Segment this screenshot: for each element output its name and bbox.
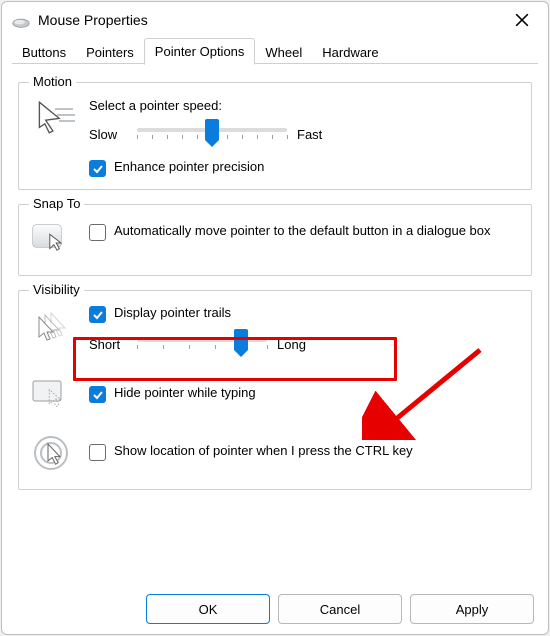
cancel-button[interactable]: Cancel bbox=[278, 594, 402, 624]
snap-to-icon bbox=[31, 219, 75, 263]
ctrl-locate-label: Show location of pointer when I press th… bbox=[114, 443, 413, 458]
tab-pointer-options[interactable]: Pointer Options bbox=[144, 38, 256, 65]
group-visibility-title: Visibility bbox=[29, 282, 84, 298]
trail-length-slider[interactable] bbox=[137, 331, 267, 357]
long-label: Long bbox=[277, 337, 315, 352]
pointer-speed-icon bbox=[31, 97, 75, 141]
display-trails-checkbox[interactable]: Display pointer trails bbox=[89, 305, 519, 323]
ctrl-locate-box bbox=[89, 444, 106, 461]
pointer-speed-slider[interactable] bbox=[137, 121, 287, 147]
content: Motion Select a pointer speed: bbox=[2, 64, 548, 584]
tab-buttons[interactable]: Buttons bbox=[12, 41, 76, 65]
group-motion: Motion Select a pointer speed: bbox=[18, 82, 532, 190]
group-snap-title: Snap To bbox=[29, 196, 84, 212]
fast-label: Fast bbox=[297, 127, 335, 142]
snap-to-checkbox[interactable]: Automatically move pointer to the defaul… bbox=[89, 223, 519, 241]
window-title: Mouse Properties bbox=[38, 12, 148, 28]
dialog-buttons: OK Cancel Apply bbox=[2, 584, 548, 634]
ctrl-locate-icon bbox=[31, 433, 75, 477]
tab-wheel[interactable]: Wheel bbox=[255, 41, 312, 65]
slow-label: Slow bbox=[89, 127, 127, 142]
display-trails-box bbox=[89, 306, 106, 323]
hide-typing-box bbox=[89, 386, 106, 403]
tabstrip: Buttons Pointers Pointer Options Wheel H… bbox=[2, 38, 548, 64]
ctrl-locate-checkbox[interactable]: Show location of pointer when I press th… bbox=[89, 443, 519, 461]
group-motion-title: Motion bbox=[29, 74, 76, 90]
display-trails-label: Display pointer trails bbox=[114, 305, 231, 320]
hide-typing-checkbox[interactable]: Hide pointer while typing bbox=[89, 385, 519, 403]
ok-button[interactable]: OK bbox=[146, 594, 270, 624]
short-label: Short bbox=[89, 337, 127, 352]
snap-to-label: Automatically move pointer to the defaul… bbox=[114, 223, 491, 238]
enhance-precision-checkbox[interactable]: Enhance pointer precision bbox=[89, 159, 519, 177]
apply-button[interactable]: Apply bbox=[410, 594, 534, 624]
mouse-icon bbox=[12, 15, 30, 25]
enhance-precision-label: Enhance pointer precision bbox=[114, 159, 264, 174]
group-snap-to: Snap To bbox=[18, 204, 532, 276]
enhance-precision-box bbox=[89, 160, 106, 177]
snap-to-box bbox=[89, 224, 106, 241]
tab-pointers[interactable]: Pointers bbox=[76, 41, 144, 65]
group-visibility: Visibility bbox=[18, 290, 532, 490]
close-button[interactable] bbox=[502, 5, 542, 35]
hide-typing-label: Hide pointer while typing bbox=[114, 385, 256, 400]
titlebar: Mouse Properties bbox=[2, 2, 548, 38]
tab-hardware[interactable]: Hardware bbox=[312, 41, 388, 65]
mouse-properties-window: Mouse Properties Buttons Pointers Pointe… bbox=[1, 1, 549, 635]
hide-typing-icon bbox=[31, 375, 75, 419]
close-icon bbox=[515, 13, 529, 27]
pointer-speed-label: Select a pointer speed: bbox=[89, 97, 519, 115]
trails-icon bbox=[31, 305, 75, 349]
